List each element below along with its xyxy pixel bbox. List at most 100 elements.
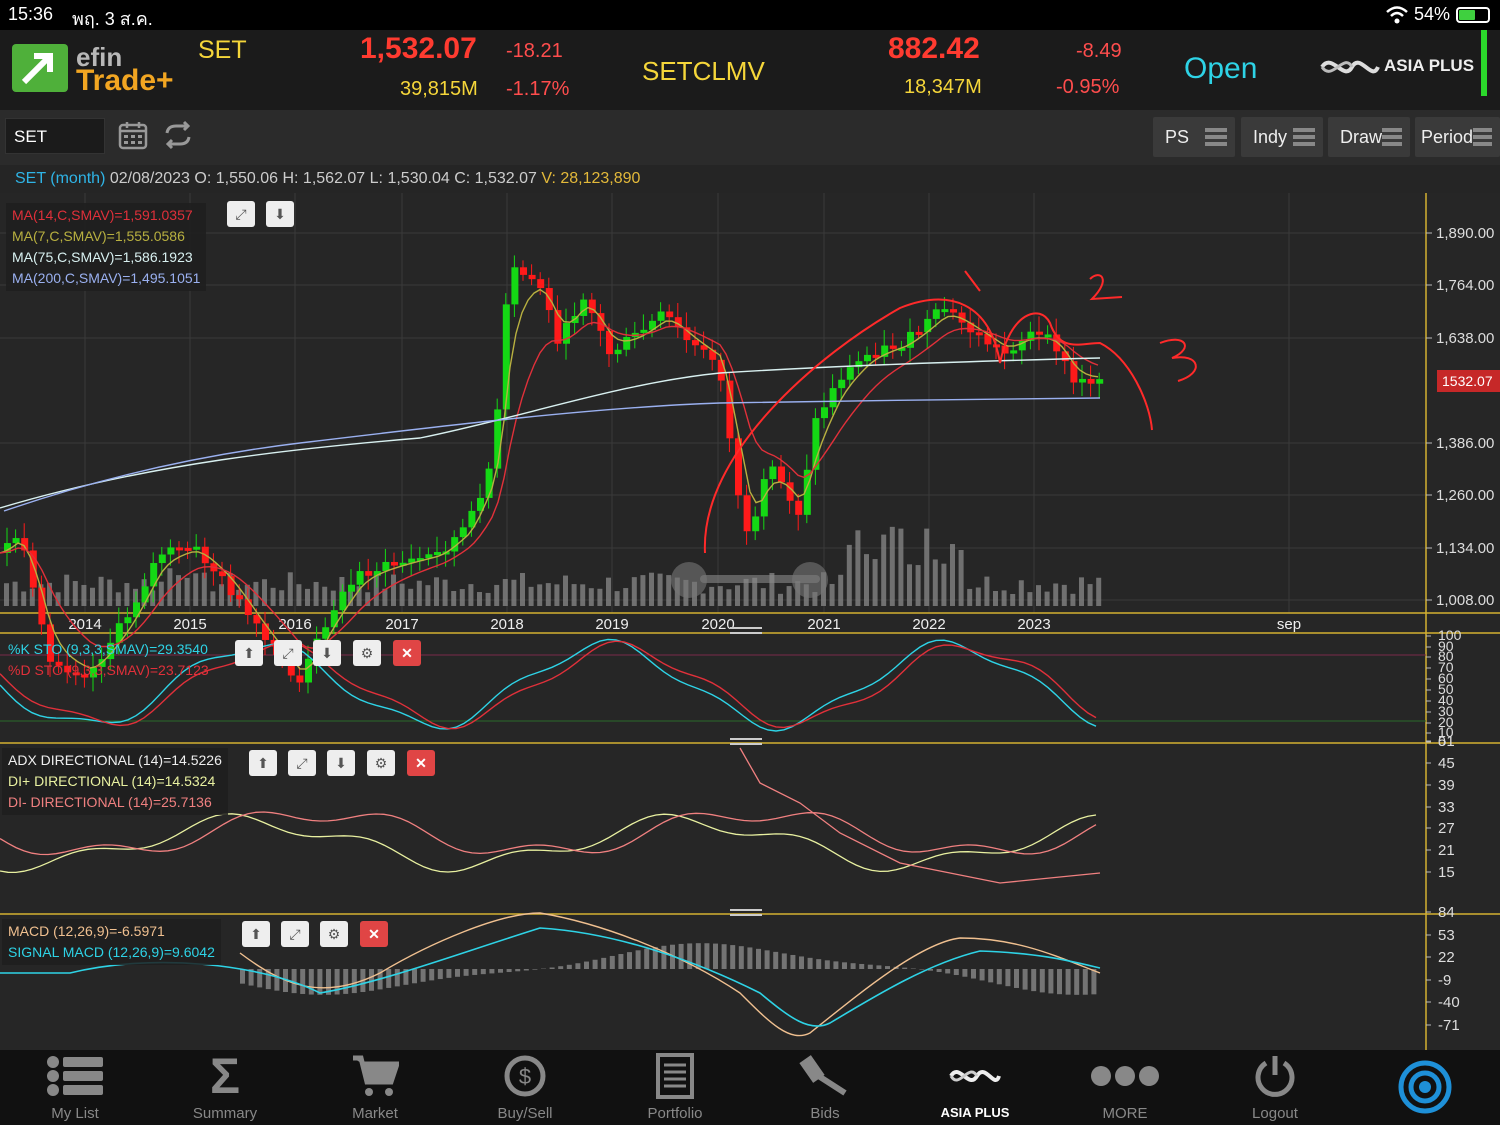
nav-my-list[interactable]: My List (0, 1050, 150, 1125)
volume-label: V: (541, 170, 556, 187)
volume-bar (107, 579, 113, 606)
diplus-legend-line: DI+ DIRECTIONAL (14)=14.5324 (8, 773, 216, 789)
close-label: C: (454, 170, 471, 187)
arrow-down-icon[interactable]: ⬇ (266, 201, 294, 227)
macd-histogram-bar (919, 969, 925, 970)
macd-histogram-bar (472, 969, 478, 975)
index1-volume: 39,815M (400, 78, 478, 100)
volume-bar (735, 585, 740, 606)
price-tick-label: 1,638.00 (1436, 330, 1494, 347)
chart-canvas[interactable]: 1,890.00 1,764.00 1,638.00 1,386.00 1,260.00… (0, 193, 1500, 1050)
index2-volume: 18,347M (904, 76, 982, 98)
volume-bar (993, 590, 998, 606)
volume-bar (571, 584, 577, 606)
chart-area[interactable]: 1,890.00 1,764.00 1,638.00 1,386.00 1,260.00… (0, 193, 1500, 1050)
index1-pct: -1.17% (506, 78, 570, 100)
logo-arrow-icon (12, 44, 68, 92)
expand-icon[interactable]: ⤢ (288, 750, 316, 776)
nav-buy-sell[interactable]: $ Buy/Sell (450, 1050, 600, 1125)
nav-logout[interactable]: Logout (1200, 1050, 1350, 1125)
close-icon[interactable]: ✕ (393, 640, 421, 666)
volume-bar (287, 572, 293, 606)
adx-tick-label: 27 (1438, 820, 1455, 837)
volume-bar (305, 588, 310, 606)
expand-icon[interactable]: ⤢ (274, 640, 302, 666)
macd-histogram-bar (429, 969, 435, 981)
volume-bar (434, 577, 439, 606)
arrow-up-icon[interactable]: ⬆ (249, 750, 277, 776)
volume-bar (219, 584, 224, 606)
volume-bar (494, 584, 500, 606)
volume-bar (760, 588, 766, 606)
symbol-input[interactable]: SET (5, 118, 105, 154)
arrow-up-icon[interactable]: ⬆ (242, 921, 270, 947)
nav-portfolio[interactable]: Portfolio (600, 1050, 750, 1125)
volume-bar (81, 584, 87, 606)
macd-histogram-bar (1074, 969, 1080, 995)
price-tick-label: 1,134.00 (1436, 540, 1494, 557)
index2-pct: -0.95% (1056, 76, 1120, 98)
close-icon[interactable]: ✕ (360, 921, 388, 947)
macd-histogram-bar (1031, 969, 1037, 992)
volume-bar (1027, 592, 1033, 606)
nav-label: Logout (1252, 1105, 1298, 1122)
macd-histogram-bar (240, 969, 245, 984)
arrow-down-icon[interactable]: ⬇ (313, 640, 341, 666)
index1-name[interactable]: SET (198, 36, 247, 65)
candle-body (941, 309, 949, 313)
candle-body (563, 323, 570, 344)
gear-icon[interactable]: ⚙ (320, 921, 348, 947)
sigma-icon: Σ (209, 1048, 240, 1104)
volume-bar (717, 586, 723, 606)
open-value: 1,550.06 (215, 170, 279, 187)
expand-icon[interactable]: ⤢ (281, 921, 309, 947)
macd-histogram-bar (1091, 969, 1097, 995)
calendar-icon[interactable] (118, 120, 150, 152)
volume-bar (408, 588, 414, 606)
nav-label: Market (352, 1105, 398, 1122)
nav-asia-plus[interactable]: ASIA PLUS (900, 1050, 1050, 1125)
close-icon[interactable]: ✕ (407, 750, 435, 776)
indy-button[interactable]: Indy (1241, 117, 1323, 157)
period-button[interactable]: Period (1415, 117, 1500, 157)
candle-body (339, 591, 347, 611)
menu-icon (1293, 128, 1315, 146)
macd-histogram-bar (773, 951, 779, 969)
diplus-line (0, 813, 1097, 874)
draw-button[interactable]: Draw (1328, 117, 1410, 157)
x-axis-label: 2021 (807, 616, 840, 633)
volume-bar (709, 586, 715, 606)
annotation-mark-1 (964, 270, 981, 292)
high-label: H: (282, 170, 299, 187)
document-icon (600, 1050, 750, 1102)
index2-name[interactable]: SETCLMV (642, 56, 765, 87)
candle-body (356, 571, 364, 585)
ps-label: PS (1165, 126, 1190, 147)
nav-market[interactable]: Market (300, 1050, 450, 1125)
macd-histogram-bar (351, 969, 357, 994)
status-right: 54% (1386, 4, 1490, 25)
volume-bar (115, 592, 121, 606)
refresh-icon[interactable] (162, 120, 194, 152)
macd-histogram-bar (833, 961, 839, 969)
nav-bids[interactable]: Bids (750, 1050, 900, 1125)
gear-icon[interactable]: ⚙ (353, 640, 381, 666)
slider-handle-right (792, 562, 828, 598)
nav-summary[interactable]: Σ Summary (150, 1048, 300, 1125)
macd-histogram-bar (463, 969, 469, 976)
volume-bar (1001, 590, 1007, 606)
macd-histogram-bar (824, 960, 830, 969)
ps-button[interactable]: PS (1153, 117, 1235, 157)
candle-body (348, 584, 355, 592)
nav-more[interactable]: MORE (1050, 1050, 1200, 1125)
macd-histogram-bar (369, 969, 374, 991)
assistive-touch-icon[interactable] (1398, 1060, 1452, 1114)
macd-tick-label: 53 (1438, 927, 1455, 944)
expand-icon[interactable]: ⤢ (227, 201, 255, 227)
gear-icon[interactable]: ⚙ (367, 750, 395, 776)
arrow-down-icon[interactable]: ⬇ (327, 750, 355, 776)
arrow-up-icon[interactable]: ⬆ (235, 640, 263, 666)
nav-label: My List (51, 1105, 99, 1122)
candle-body (752, 516, 760, 532)
info-date: 02/08/2023 (109, 170, 190, 187)
